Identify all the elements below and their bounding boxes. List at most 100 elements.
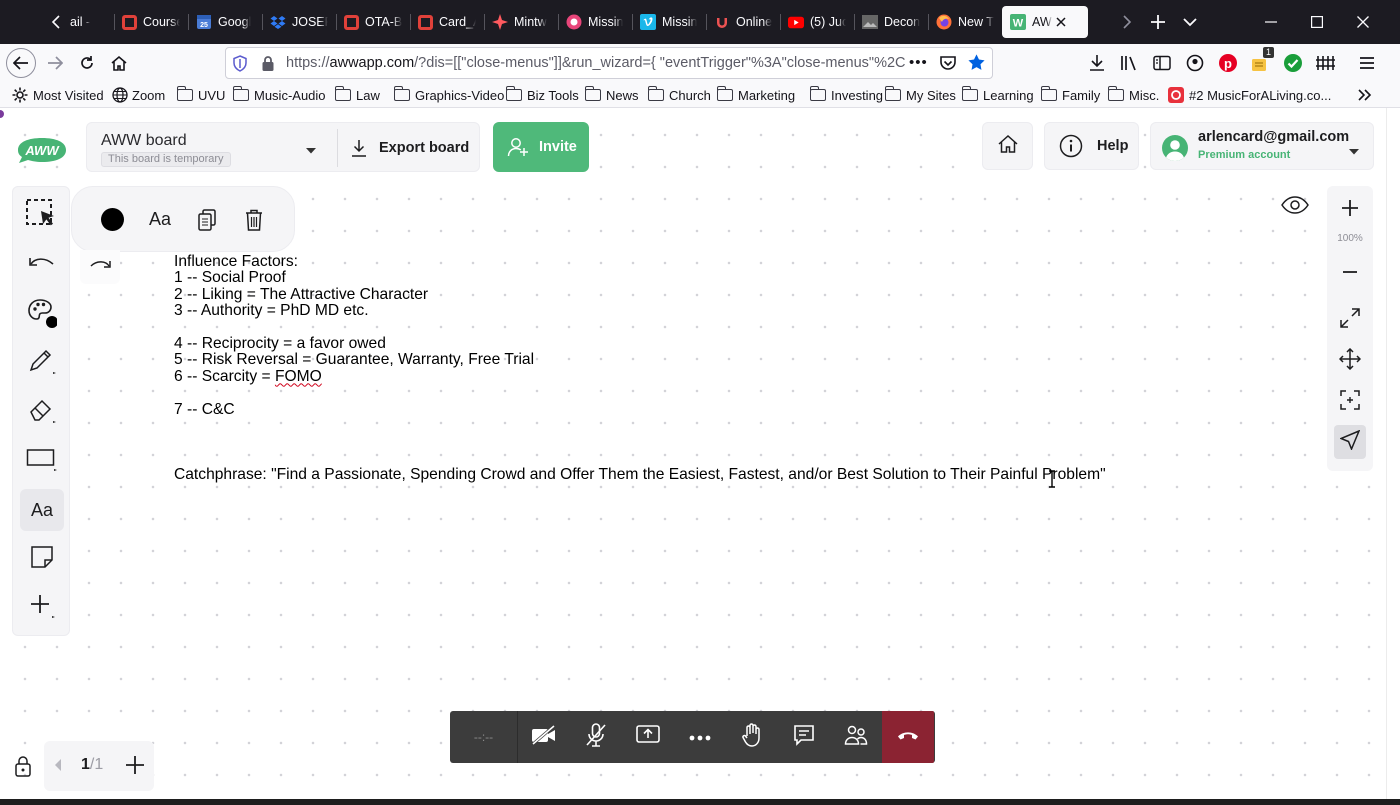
extension-notes-icon[interactable]: 1 [1245,47,1275,78]
tab-scroll-right-icon[interactable] [1115,6,1139,38]
toggle-mic-button[interactable] [570,711,622,763]
invite-button[interactable]: Invite [493,122,589,172]
tab[interactable]: Course [114,6,188,38]
bookmark-item[interactable]: UVU [176,86,225,104]
chat-button[interactable] [778,711,830,763]
reload-icon[interactable] [72,48,102,78]
aww-logo[interactable]: AWW [14,135,70,170]
share-screen-button[interactable] [622,711,674,763]
catchphrase-text[interactable]: Catchphrase: "Find a Passionate, Spendin… [174,466,1106,484]
raise-hand-button[interactable] [726,711,778,763]
participants-button[interactable] [830,711,882,763]
add-content-tool[interactable] [20,587,64,629]
tab[interactable]: New T [928,6,1002,38]
bookmark-item[interactable]: Most Visited [12,86,104,104]
font-options-button[interactable]: Aa [149,209,171,230]
bookmark-item[interactable]: Graphics-Video [393,86,504,104]
pinterest-icon[interactable]: p [1213,48,1243,78]
page-actions-menu-icon[interactable]: ••• [909,54,928,71]
maximize-icon[interactable] [1302,6,1332,38]
help-button[interactable]: Help [1044,122,1139,170]
tab[interactable]: (5) Juc [780,6,854,38]
bookmark-item[interactable]: Learning [961,86,1034,104]
bookmark-item[interactable]: Misc. [1107,86,1159,104]
url-text[interactable]: https://awwapp.com/?dis=[["close-menus"]… [286,55,906,71]
pan-button[interactable] [1330,343,1370,379]
bookmark-item[interactable]: Biz Tools [505,86,579,104]
bookmarks-overflow-icon[interactable] [1358,86,1372,104]
pocket-icon[interactable] [939,54,957,77]
tab[interactable]: 25 Googl [188,6,262,38]
fullscreen-button[interactable] [1330,302,1370,338]
duplicate-icon[interactable] [197,208,217,237]
tab[interactable]: ail - [40,6,114,38]
text-color-swatch[interactable] [101,208,124,231]
forward-icon[interactable] [40,48,70,78]
check-extension-icon[interactable] [1278,48,1308,78]
trash-icon[interactable] [244,208,264,237]
minimize-icon[interactable] [1256,6,1286,38]
tab[interactable]: Missin [632,6,706,38]
bookmark-item[interactable]: Marketing [716,86,795,104]
home-board-button[interactable] [982,122,1033,170]
previous-page-icon[interactable] [53,758,63,777]
undo-button[interactable] [20,244,64,286]
sticky-note-tool[interactable] [20,538,64,580]
bookmark-item[interactable]: #2 MusicForALiving.co... [1168,86,1331,104]
more-options-button[interactable] [674,711,726,763]
zoom-in-button[interactable] [1330,192,1370,228]
list-all-tabs-icon[interactable] [1177,6,1203,38]
bookmark-star-icon[interactable] [967,53,986,77]
tab[interactable]: Online [706,6,780,38]
tab[interactable]: OTA-B [336,6,410,38]
page-scrollbar[interactable] [1386,108,1400,799]
tab[interactable]: Mintw [484,6,558,38]
board-menu-chevron-icon[interactable] [305,142,317,160]
close-window-icon[interactable] [1348,6,1378,38]
bookmark-item[interactable]: Investing [809,86,883,104]
bookmark-item[interactable]: Zoom [112,86,165,104]
pencil-tool[interactable] [20,342,64,384]
bookmark-item[interactable]: Law [334,86,380,104]
add-page-icon[interactable] [125,755,145,780]
lock-icon[interactable] [261,55,275,77]
app-menu-icon[interactable] [1352,48,1382,78]
bookmark-item[interactable]: Family [1040,86,1100,104]
lock-board-icon[interactable] [14,755,32,782]
color-palette-tool[interactable] [20,294,64,336]
sidebar-icon[interactable] [1147,48,1177,78]
eraser-tool[interactable] [20,391,64,433]
export-board-button[interactable]: Export board [345,129,475,167]
shield-icon[interactable] [232,55,248,77]
board-text-block[interactable]: Influence Factors: 1 -- Social Proof 2 -… [174,253,534,418]
bookmark-item[interactable]: News [584,86,639,104]
bookmark-item[interactable]: My Sites [884,86,956,104]
fit-to-content-button[interactable] [1330,384,1370,420]
follow-pointer-button[interactable] [1334,425,1366,459]
home-icon[interactable] [104,48,134,78]
end-call-button[interactable] [882,711,934,763]
text-tool[interactable]: Aa [20,489,64,531]
close-tab-icon[interactable] [1056,14,1066,30]
new-tab-icon[interactable] [1145,6,1171,38]
visibility-eye-icon[interactable] [1280,194,1310,221]
tab[interactable]: JOSEP [262,6,336,38]
tab-active[interactable]: W AW [1002,6,1088,38]
board-name[interactable]: AWW board [101,132,187,150]
zoom-out-button[interactable] [1330,252,1370,288]
bookmark-item[interactable]: Church [647,86,711,104]
downloads-icon[interactable] [1082,48,1112,78]
redo-button[interactable] [80,250,120,284]
grid-extension-icon[interactable] [1310,48,1340,78]
tab[interactable]: Missin [558,6,632,38]
back-icon[interactable] [6,48,36,78]
account-icon[interactable] [1180,48,1210,78]
tab[interactable]: Decon [854,6,928,38]
select-tool[interactable] [20,196,64,238]
library-icon[interactable] [1114,48,1144,78]
tab[interactable]: Card_A [410,6,484,38]
bookmark-item[interactable]: Music-Audio [232,86,326,104]
address-bar[interactable]: https://awwapp.com/?dis=[["close-menus"]… [225,47,993,79]
toggle-camera-button[interactable] [518,711,570,763]
shape-tool[interactable] [20,441,64,483]
